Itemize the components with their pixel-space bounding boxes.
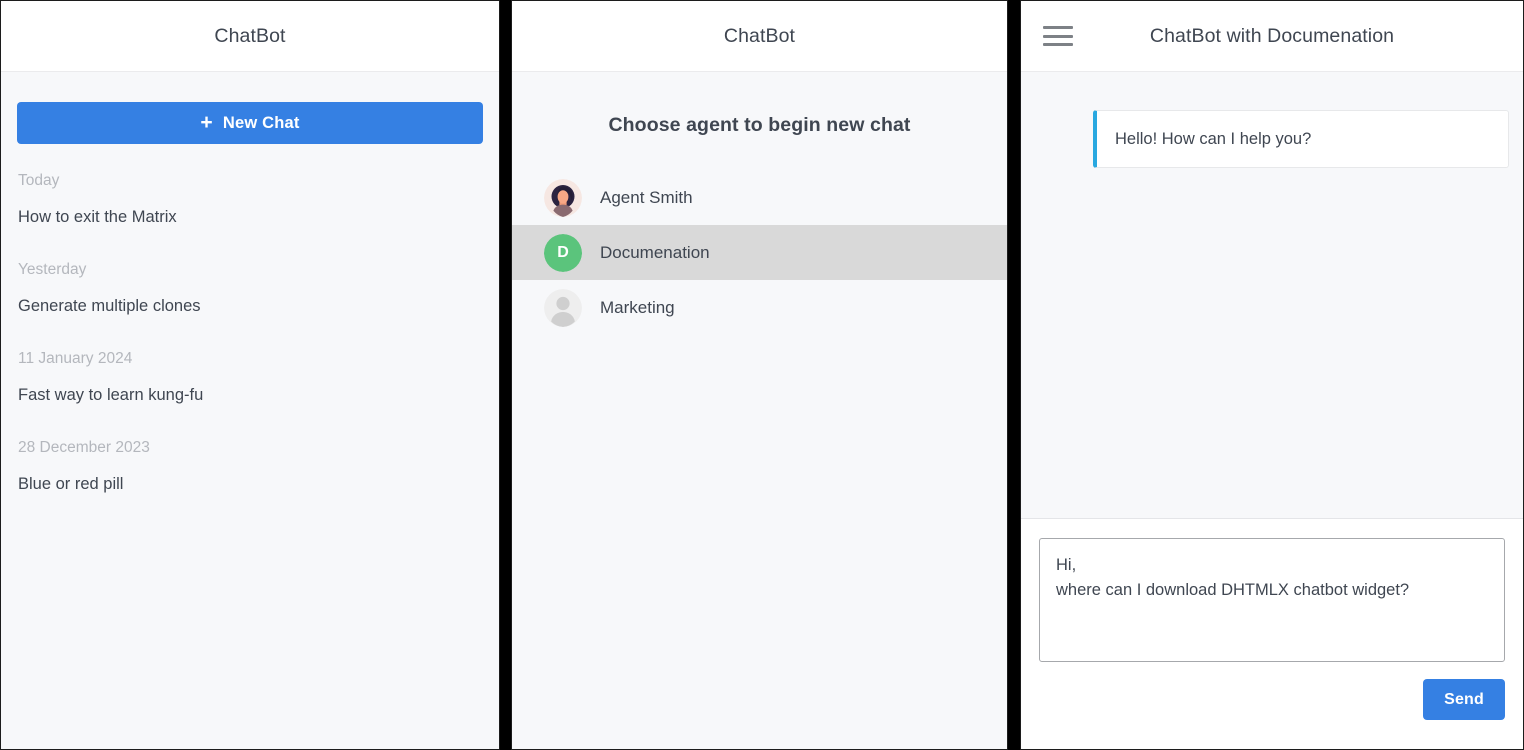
- history-item[interactable]: Generate multiple clones: [17, 281, 483, 318]
- hamburger-bar: [1043, 34, 1073, 38]
- chat-panel: ChatBot with Documenation Hello! How can…: [1020, 0, 1524, 750]
- hamburger-bar: [1043, 43, 1073, 46]
- agents-body: Choose agent to begin new chat Agent Smi…: [512, 72, 1007, 749]
- message-composer: Send: [1021, 519, 1523, 749]
- sidebar-panel: ChatBot + New Chat Today How to exit the…: [0, 0, 500, 750]
- sidebar-title: ChatBot: [214, 24, 286, 47]
- history-date-label: Today: [18, 172, 60, 189]
- history-group: Yesterday Generate multiple clones: [17, 255, 483, 318]
- bot-message-bubble: Hello! How can I help you?: [1093, 110, 1509, 168]
- agents-title: ChatBot: [723, 24, 796, 47]
- message-input[interactable]: [1039, 538, 1505, 662]
- agent-name-label: Marketing: [600, 297, 675, 317]
- hamburger-menu-icon[interactable]: [1043, 26, 1073, 46]
- agent-name-label: Documenation: [600, 242, 710, 262]
- composer-actions: Send: [1039, 662, 1505, 720]
- agent-selection-panel: ChatBot Choose agent to begin new chat A…: [511, 0, 1008, 750]
- new-chat-wrap: + New Chat: [1, 72, 499, 144]
- chat-title: ChatBot with Documenation: [1149, 24, 1395, 47]
- agent-list-item-agent-smith[interactable]: Agent Smith: [512, 170, 1007, 225]
- history-item[interactable]: How to exit the Matrix: [17, 192, 483, 229]
- history-item[interactable]: Blue or red pill: [17, 459, 483, 496]
- agent-name-label: Agent Smith: [600, 187, 693, 207]
- plus-icon: +: [200, 110, 213, 134]
- agents-header: ChatBot: [512, 1, 1007, 72]
- three-panel-stage: ChatBot + New Chat Today How to exit the…: [0, 0, 1524, 750]
- new-chat-label: New Chat: [222, 113, 300, 132]
- history-date-label: Yesterday: [18, 261, 87, 278]
- agent-avatar-initial: D: [544, 233, 582, 272]
- choose-agent-heading: Choose agent to begin new chat: [608, 114, 911, 136]
- agent-letter-avatar-icon: D: [544, 233, 582, 272]
- agent-list-item-documenation[interactable]: D Documenation: [512, 225, 1007, 280]
- chat-header: ChatBot with Documenation: [1021, 1, 1523, 72]
- agent-photo-avatar-icon: [544, 178, 582, 217]
- sidebar-body: + New Chat Today How to exit the Matrix …: [1, 72, 499, 749]
- hamburger-bar: [1043, 26, 1073, 29]
- history-group: 28 December 2023 Blue or red pill: [17, 433, 483, 496]
- history-date-label: 11 January 2024: [18, 350, 133, 367]
- history-date-label: 28 December 2023: [18, 439, 150, 456]
- history-group: Today How to exit the Matrix: [17, 166, 483, 229]
- sidebar-header: ChatBot: [1, 1, 499, 72]
- send-button[interactable]: Send: [1423, 679, 1505, 720]
- new-chat-button[interactable]: + New Chat: [17, 102, 483, 144]
- agent-list: Agent Smith D Documenation Marketing: [512, 170, 1007, 335]
- history-group: 11 January 2024 Fast way to learn kung-f…: [17, 344, 483, 407]
- chat-history-list: Today How to exit the Matrix Yesterday G…: [1, 166, 499, 496]
- history-item[interactable]: Fast way to learn kung-fu: [17, 370, 483, 407]
- agent-list-item-marketing[interactable]: Marketing: [512, 280, 1007, 335]
- agent-default-avatar-icon: [544, 288, 582, 327]
- chat-message-area: Hello! How can I help you?: [1021, 72, 1523, 519]
